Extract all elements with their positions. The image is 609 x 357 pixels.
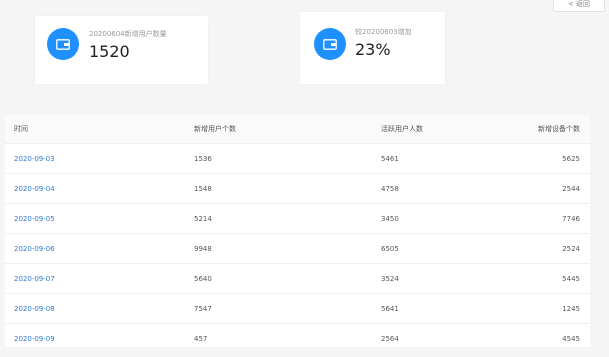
row-active-users: 6505 <box>381 244 399 253</box>
row-date-link[interactable]: 2020-09-06 <box>14 245 55 253</box>
row-active-users: 3450 <box>381 214 399 223</box>
row-new-devices: 2524 <box>562 244 580 253</box>
row-date-link[interactable]: 2020-09-07 <box>14 275 55 283</box>
row-date-link[interactable]: 2020-09-04 <box>14 185 55 193</box>
table-row: 2020-09-07 5640 3524 5445 <box>5 263 590 293</box>
table-row: 2020-09-09 457 2564 4545 <box>5 323 590 353</box>
row-new-devices: 7746 <box>562 214 580 223</box>
row-new-devices: 4545 <box>562 334 580 343</box>
header-new-devices: 新增设备个数 <box>538 125 580 133</box>
row-new-users: 457 <box>194 334 208 343</box>
row-new-devices: 5445 <box>562 274 580 283</box>
header-new-users: 新增用户个数 <box>194 125 236 133</box>
row-new-users: 5640 <box>194 274 212 283</box>
row-active-users: 5641 <box>381 304 399 313</box>
table-row: 2020-09-04 1548 4758 2544 <box>5 173 590 203</box>
row-date-link[interactable]: 2020-09-09 <box>14 335 55 343</box>
row-date-link[interactable]: 2020-09-08 <box>14 305 55 313</box>
stat-label: 较20200603增加 <box>355 28 412 36</box>
header-active-users: 活跃用户人数 <box>381 125 423 133</box>
data-table: 时间 新增用户个数 活跃用户人数 新增设备个数 2020-09-03 1536 … <box>5 115 590 347</box>
table-row: 2020-09-06 9948 6505 2524 <box>5 233 590 263</box>
header-time: 时间 <box>14 125 28 133</box>
row-active-users: 5461 <box>381 154 399 163</box>
table-row: 2020-09-05 5214 3450 7746 <box>5 203 590 233</box>
row-new-users: 1548 <box>194 184 212 193</box>
row-date-link[interactable]: 2020-09-05 <box>14 215 55 223</box>
back-label: < 返回 <box>567 0 591 8</box>
stat-value: 23% <box>355 40 391 59</box>
stat-value: 1520 <box>89 42 130 61</box>
table-row: 2020-09-03 1536 5461 5625 <box>5 143 590 173</box>
row-new-devices: 2544 <box>562 184 580 193</box>
stat-label: 20200604新增用户数量 <box>89 30 167 38</box>
stat-card-growth: 较20200603增加 23% <box>300 12 445 84</box>
row-new-devices: 5625 <box>562 154 580 163</box>
wallet-icon <box>47 28 79 60</box>
back-button[interactable]: < 返回 <box>553 0 605 12</box>
row-active-users: 2564 <box>381 334 399 343</box>
row-new-users: 5214 <box>194 214 212 223</box>
row-active-users: 3524 <box>381 274 399 283</box>
row-new-users: 9948 <box>194 244 212 253</box>
row-new-users: 1536 <box>194 154 212 163</box>
row-new-users: 7547 <box>194 304 212 313</box>
table-row: 2020-09-08 7547 5641 1245 <box>5 293 590 323</box>
stat-card-new-users: 20200604新增用户数量 1520 <box>35 16 208 84</box>
row-date-link[interactable]: 2020-09-03 <box>14 155 55 163</box>
wallet-icon <box>314 28 346 60</box>
row-active-users: 4758 <box>381 184 399 193</box>
table-header: 时间 新增用户个数 活跃用户人数 新增设备个数 <box>5 115 590 143</box>
row-new-devices: 1245 <box>562 304 580 313</box>
